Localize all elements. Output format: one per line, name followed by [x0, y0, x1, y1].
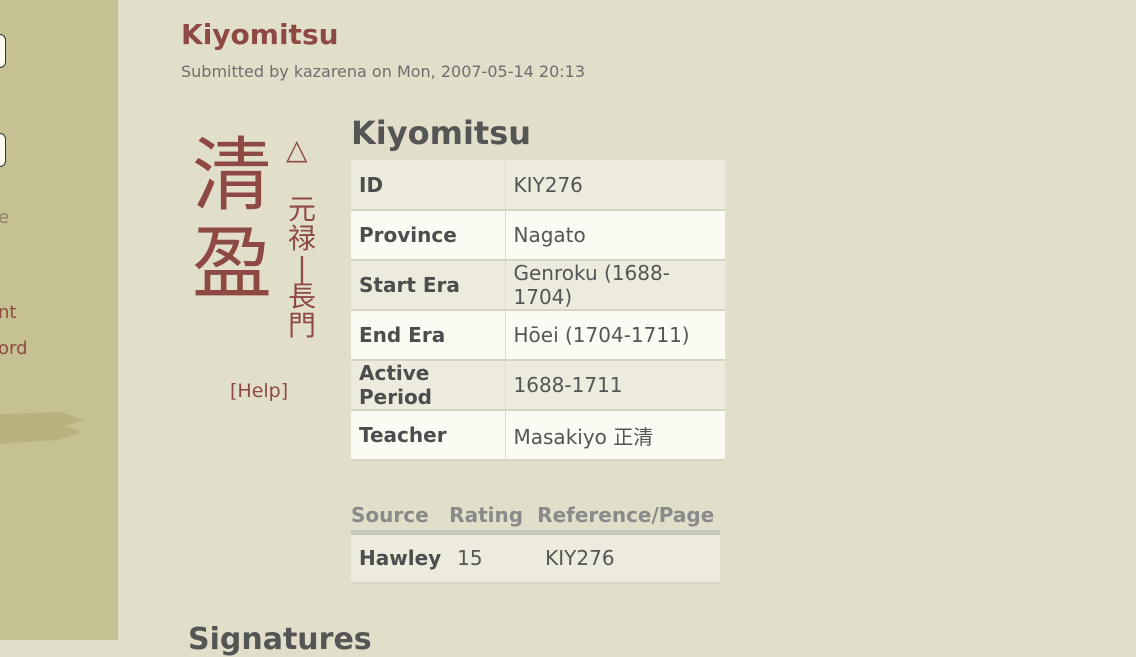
- page-title[interactable]: Kiyomitsu: [181, 18, 339, 51]
- sidebar-username-input[interactable]: [0, 34, 6, 68]
- row-value: KIY276: [505, 160, 725, 211]
- triangle-mark: △: [286, 133, 308, 166]
- help-link[interactable]: [Help]: [230, 380, 288, 402]
- column-header-source: Source: [351, 500, 450, 535]
- entry-heading: Kiyomitsu: [351, 114, 532, 152]
- submitted-by-line: Submitted by kazarena on Mon, 2007-05-14…: [181, 62, 586, 81]
- column-header-rating: Rating: [449, 500, 538, 535]
- table-row: End Era Hōei (1704-1711): [351, 310, 725, 361]
- table-row: Teacher Masakiyo 正清: [351, 410, 725, 461]
- signature-kanji-main: 清 盈: [192, 132, 280, 308]
- sidebar-request-password-link[interactable]: ord: [0, 338, 28, 359]
- row-value: Hōei (1704-1711): [505, 310, 725, 361]
- brush-stroke-decoration: [0, 412, 84, 444]
- row-label: Active Period: [351, 360, 506, 411]
- row-label: ID: [351, 160, 506, 211]
- table-row: ID KIY276: [351, 160, 725, 211]
- table-header-row: Source Rating Reference/Page: [351, 500, 720, 535]
- row-label: Province: [351, 210, 506, 261]
- row-value: Genroku (1688-1704): [505, 260, 725, 311]
- table-row: Start Era Genroku (1688-1704): [351, 260, 725, 311]
- reference-page: KIY276: [537, 532, 720, 584]
- column-header-reference: Reference/Page: [537, 500, 720, 535]
- references-table: Source Rating Reference/Page Hawley 15 K…: [351, 500, 720, 584]
- table-row: Hawley 15 KIY276: [351, 532, 720, 584]
- sidebar-create-account-link[interactable]: nt: [0, 302, 16, 323]
- reference-rating: 15: [449, 532, 538, 584]
- sidebar-remember-label: e: [0, 207, 10, 228]
- signature-kanji-era-province: 元 禄 | 長 門: [284, 195, 320, 340]
- kanji-char: 清: [192, 129, 272, 222]
- kanji-char: 長: [287, 280, 316, 313]
- smith-info-table: ID KIY276 Province Nagato Start Era Genr…: [351, 160, 725, 461]
- row-label: End Era: [351, 310, 506, 361]
- row-value: Masakiyo 正清: [505, 410, 725, 461]
- row-value: Nagato: [505, 210, 725, 261]
- row-value: 1688-1711: [505, 360, 725, 411]
- table-row: Active Period 1688-1711: [351, 360, 725, 411]
- kanji-char: 禄: [287, 222, 316, 255]
- kanji-char: 元: [287, 193, 316, 226]
- table-row: Province Nagato: [351, 210, 725, 261]
- reference-source: Hawley: [351, 532, 450, 584]
- kanji-char: 門: [287, 309, 316, 342]
- row-label: Start Era: [351, 260, 506, 311]
- kanji-char: |: [297, 251, 307, 284]
- row-label: Teacher: [351, 410, 506, 461]
- sidebar-password-input[interactable]: [0, 133, 6, 167]
- left-sidebar: e nt ord: [0, 0, 118, 640]
- kanji-char: 盈: [192, 217, 272, 310]
